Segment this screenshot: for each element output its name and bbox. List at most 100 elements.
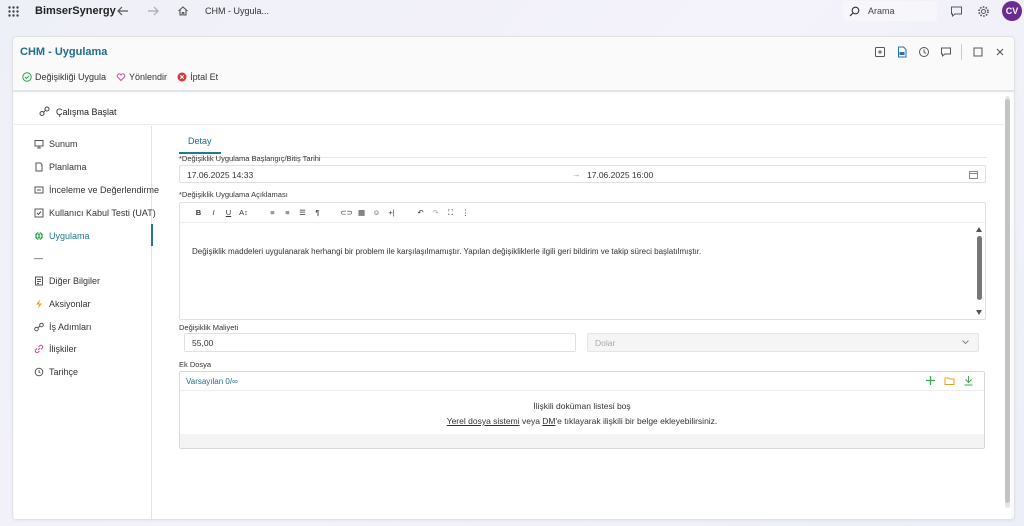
link-insert-icon[interactable]: ⊂⊃ — [339, 208, 354, 217]
page-scroll-thumb[interactable] — [1005, 99, 1010, 503]
bold-button[interactable]: B — [191, 208, 206, 217]
sidebar-item-separator: — — [34, 253, 43, 263]
sidebar-item-is-adimlari[interactable]: İş Adımları — [34, 322, 92, 332]
sidebar-item-label: Tarihçe — [49, 367, 79, 377]
add-icon[interactable] — [925, 375, 936, 386]
forward-arrow-icon[interactable] — [147, 5, 159, 17]
attachment-header-label: Varsayılan 0/∞ — [186, 376, 238, 386]
sidebar: Sunum Planlama İnceleme ve Değerlendirme… — [14, 126, 159, 519]
comment-icon[interactable] — [939, 46, 952, 59]
redirect-button[interactable]: Yönlendir — [116, 72, 167, 82]
window-actions — [873, 44, 1006, 60]
history-icon — [34, 367, 44, 377]
breadcrumb-tab[interactable]: CHM - Uygula... — [205, 6, 269, 16]
cost-value: 55,00 — [192, 337, 214, 348]
history-clock-icon[interactable] — [917, 46, 930, 59]
back-arrow-icon[interactable] — [117, 5, 129, 17]
sidebar-item-label: Uygulama — [49, 231, 90, 241]
export-icon[interactable] — [873, 46, 886, 59]
table-icon[interactable]: ▦ — [354, 208, 369, 217]
page-scrollbar[interactable] — [1005, 96, 1010, 508]
search-input[interactable]: Arama — [843, 1, 937, 21]
apply-change-label: Değişikliği Uygula — [35, 72, 107, 82]
attachment-label: Ek Dosya — [179, 360, 212, 369]
tab-detay[interactable]: Detay — [179, 136, 221, 154]
sidebar-item-aksiyonlar[interactable]: Aksiyonlar — [34, 299, 91, 309]
empty-help: Yerel dosya sistemi veya DM'e tıklayarak… — [180, 416, 984, 426]
currency-select[interactable]: Dolar — [587, 333, 979, 352]
description-editor[interactable]: B I U A↕ ≡ ≡ ☰ ¶ ⊂⊃ ▦ ☺ +| ↶ ↷ ⛶ ⋮ Değiş… — [179, 202, 986, 320]
download-icon[interactable] — [963, 375, 974, 386]
scroll-up-icon[interactable] — [976, 227, 982, 232]
underline-button[interactable]: U — [221, 208, 236, 217]
sidebar-item-label: İlişkiler — [49, 344, 77, 354]
apply-change-button[interactable]: Değişikliği Uygula — [22, 72, 106, 82]
list-icon[interactable]: ☰ — [295, 208, 310, 217]
start-date-value[interactable]: 17.06.2025 14:33 — [187, 170, 253, 180]
search-icon — [849, 6, 860, 16]
settings-gear-icon[interactable] — [977, 5, 990, 18]
end-date-value[interactable]: 17.06.2025 16:00 — [587, 170, 653, 180]
fullscreen-icon[interactable]: ⛶ — [443, 208, 458, 218]
window-title: CHM - Uygulama — [20, 46, 108, 58]
undo-icon[interactable]: ↶ — [413, 208, 428, 217]
sidebar-item-label: — — [34, 253, 43, 263]
start-work-button[interactable]: Çalışma Başlat — [39, 106, 117, 117]
font-size-button[interactable]: A↕ — [236, 208, 251, 217]
local-file-link[interactable]: Yerel dosya sistemi — [447, 416, 520, 426]
cost-input[interactable]: 55,00 — [184, 333, 576, 352]
cost-label: Değişiklik Maliyeti — [179, 323, 239, 332]
emoji-icon[interactable]: ☺ — [369, 208, 384, 217]
sidebar-item-diger[interactable]: Diğer Bilgiler — [34, 276, 100, 286]
cancel-button[interactable]: İptal Et — [177, 72, 218, 82]
sidebar-item-iliskiler[interactable]: İlişkiler — [34, 344, 77, 354]
empty-title: İlişkili doküman listesi boş — [533, 401, 631, 411]
empty-help-tail: 'e tıklayarak ilişkili bir belge ekleyeb… — [555, 416, 718, 426]
paragraph-icon[interactable]: ¶ — [310, 208, 325, 217]
action-toolbar: Değişikliği Uygula Yönlendir İptal Et — [13, 64, 1014, 92]
close-icon[interactable] — [993, 46, 1006, 59]
description-label: *Değişiklik Uygulama Açıklaması — [179, 190, 288, 199]
app-grid-icon[interactable] — [8, 6, 19, 17]
italic-button[interactable]: I — [206, 208, 221, 217]
info-icon — [35, 276, 43, 286]
editor-scrollbar[interactable] — [976, 227, 983, 315]
user-avatar[interactable]: CV — [1002, 1, 1022, 21]
sidebar-item-label: İş Adımları — [49, 322, 92, 332]
empty-help-mid: veya — [519, 416, 543, 426]
start-work-label: Çalışma Başlat — [56, 106, 117, 117]
chevron-down-icon — [962, 340, 969, 345]
workflow-icon — [39, 106, 50, 116]
sidebar-item-planlama[interactable]: Planlama — [34, 162, 87, 172]
scroll-down-icon[interactable] — [976, 310, 982, 315]
folder-icon[interactable] — [944, 375, 955, 386]
sidebar-item-tarihce[interactable]: Tarihçe — [34, 367, 78, 377]
maximize-icon[interactable] — [971, 46, 984, 59]
date-range-picker[interactable]: 17.06.2025 14:33 → 17.06.2025 16:00 — [179, 165, 986, 183]
test-icon — [34, 208, 44, 218]
attachment-header: Varsayılan 0/∞ — [180, 372, 984, 391]
redirect-label: Yönlendir — [129, 72, 168, 82]
home-icon[interactable] — [177, 5, 189, 17]
calendar-icon[interactable] — [969, 170, 978, 179]
sidebar-item-inceleme[interactable]: İnceleme ve Değerlendirme — [34, 185, 159, 195]
sidebar-item-uygulama[interactable]: Uygulama — [34, 231, 90, 241]
sidebar-item-uat[interactable]: Kullanıcı Kabul Testi (UAT) — [34, 208, 156, 218]
redo-icon[interactable]: ↷ — [428, 208, 443, 217]
scroll-thumb[interactable] — [977, 236, 982, 300]
description-text[interactable]: Değişiklik maddeleri uygulanarak herhang… — [192, 247, 701, 256]
review-icon — [34, 186, 44, 194]
align-left-icon[interactable]: ≡ — [265, 208, 280, 217]
insert-icon[interactable]: +| — [384, 208, 399, 217]
lightning-icon — [36, 299, 42, 309]
align-center-icon[interactable]: ≡ — [280, 208, 295, 217]
more-icon[interactable]: ⋮ — [458, 208, 473, 217]
dm-link[interactable]: DM — [542, 416, 555, 426]
presentation-icon — [34, 140, 44, 149]
steps-icon — [34, 322, 44, 332]
separator — [961, 44, 962, 60]
pdf-icon[interactable] — [895, 46, 908, 59]
sidebar-item-sunum[interactable]: Sunum — [34, 139, 78, 149]
chat-icon[interactable] — [950, 5, 963, 18]
content-panel: Çalışma Başlat Sunum Planlama İnceleme v… — [14, 94, 1011, 519]
